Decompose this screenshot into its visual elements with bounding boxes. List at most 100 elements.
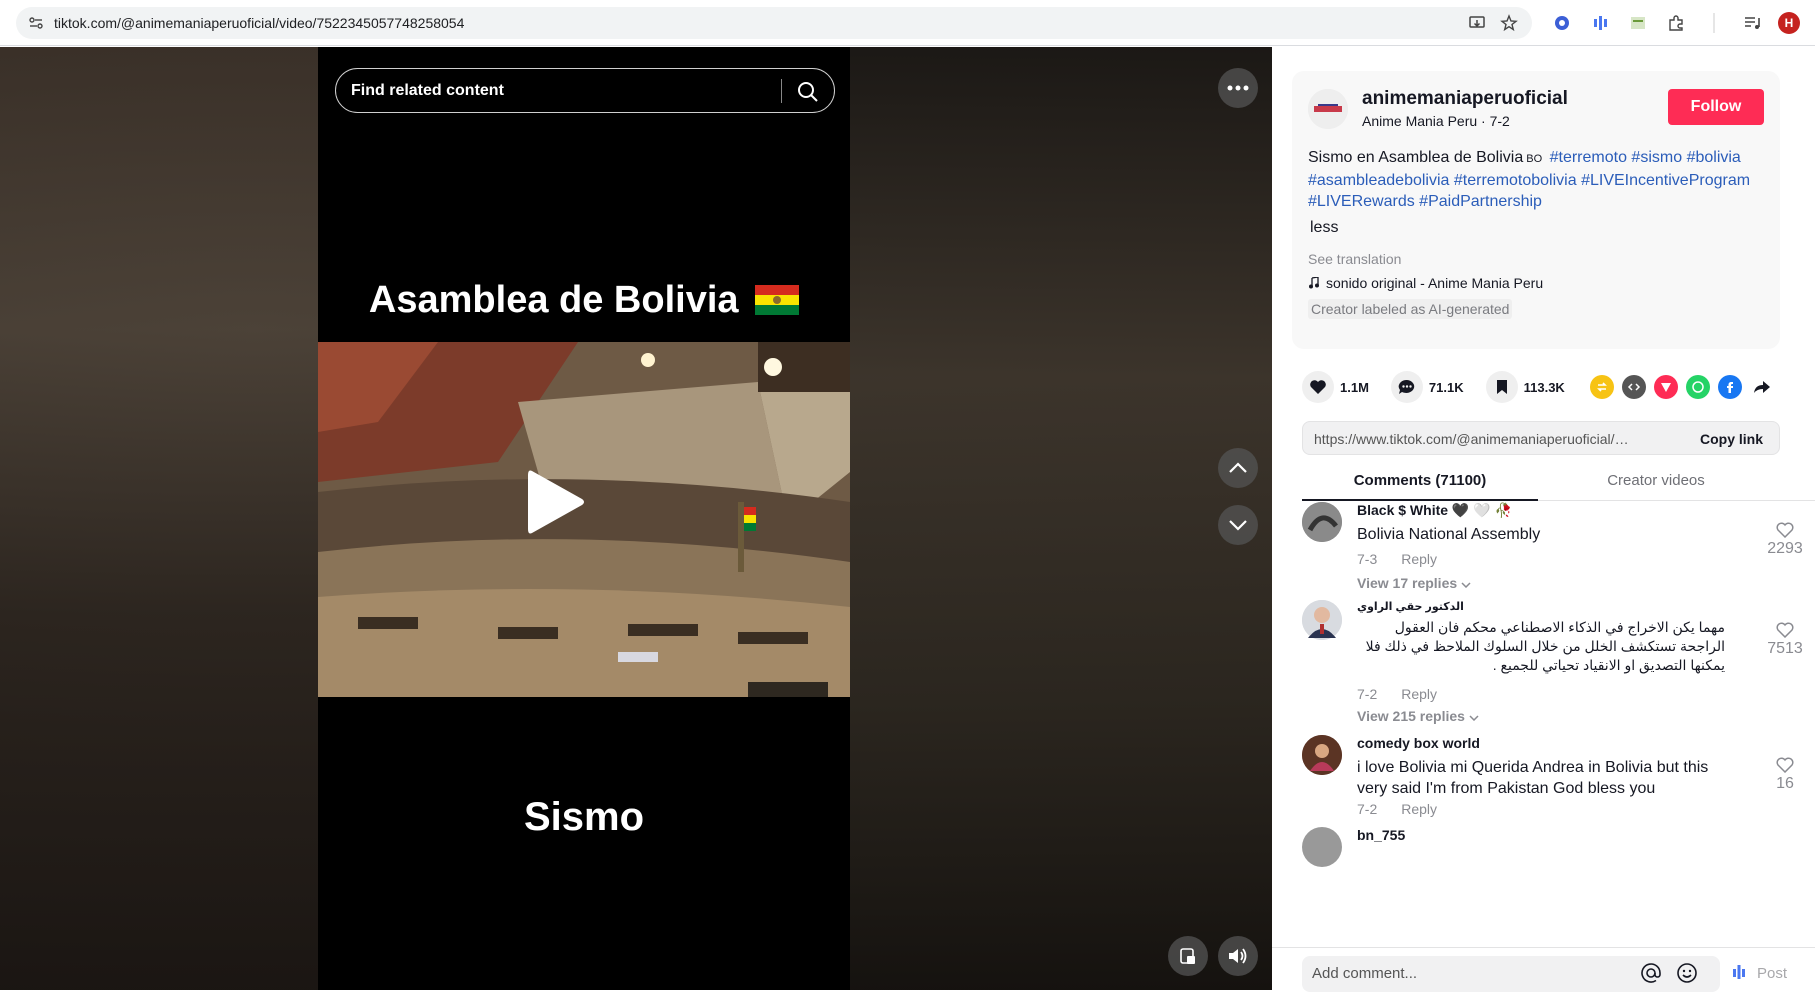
comment-like[interactable]: 2293 [1760,522,1810,558]
comment-icon [1398,379,1415,394]
hashtag[interactable]: #sismo [1631,149,1682,166]
search-icon[interactable] [796,80,820,104]
heart-outline-icon [1776,522,1794,538]
add-comment-input[interactable]: Add comment... [1302,956,1720,992]
whatsapp-icon[interactable] [1686,375,1710,399]
search-placeholder: Find related content [351,82,504,99]
video-still-assembly-hall [318,342,850,697]
commenter-name[interactable]: comedy box world [1357,735,1480,751]
embed-icon[interactable] [1622,375,1646,399]
video-caption-top: Asamblea de Bolivia [318,279,850,322]
extension-nvdc-icon[interactable] [1626,11,1650,35]
background-blur-left [0,47,318,990]
repost-icon[interactable] [1590,375,1614,399]
heart-outline-icon [1776,757,1794,773]
reply-button[interactable]: Reply [1401,686,1437,702]
video-player-area[interactable]: Asamblea de Bolivia Sismo Find related c… [0,47,1272,990]
comment-text: i love Bolivia mi Querida Andrea in Boli… [1357,759,1709,797]
see-translation-link[interactable]: See translation [1308,251,1401,267]
comment-item: Black $ White 🖤 🤍 🥀 Bolivia National Ass… [1302,502,1803,592]
previous-video-button[interactable] [1218,448,1258,488]
commenter-avatar[interactable] [1302,600,1342,640]
comment-like[interactable]: 16 [1760,757,1810,793]
facebook-icon[interactable] [1718,375,1742,399]
tab-creator-videos[interactable]: Creator videos [1538,472,1774,489]
follow-button[interactable]: Follow [1668,89,1764,125]
divider [1702,11,1726,35]
post-comment-button[interactable]: Post [1757,965,1787,982]
commenter-avatar[interactable] [1302,827,1342,867]
bookmark-star-icon[interactable] [1500,14,1518,32]
comment-like[interactable]: 7513 [1760,622,1810,658]
hashtag[interactable]: #terremoto [1550,149,1627,166]
find-related-search[interactable]: Find related content [335,68,835,113]
engagement-actions: 1.1M 71.1K 113.3K [1302,371,1587,403]
creator-subtitle: Anime Mania Peru · 7-2 [1362,113,1510,129]
comment-meta: 7-2 Reply [1357,801,1438,817]
site-info-icon[interactable] [28,15,44,31]
voice-assistant-icon[interactable] [1727,960,1751,984]
view-replies-button[interactable]: View 215 replies [1357,708,1479,724]
extensions-puzzle-icon[interactable] [1664,11,1688,35]
send-to-friends-icon[interactable] [1654,375,1678,399]
mention-icon[interactable] [1640,962,1662,984]
address-bar[interactable]: tiktok.com/@animemaniaperuoficial/video/… [16,7,1532,39]
profile-avatar[interactable]: H [1778,12,1800,34]
volume-icon [1229,948,1247,964]
emoji-icon[interactable] [1676,962,1698,984]
commenter-name[interactable]: الدكتور حقي الراوي [1357,600,1464,613]
divider [781,79,782,103]
creator-avatar[interactable] [1308,89,1348,129]
commenter-name[interactable]: bn_755 [1357,827,1405,843]
save-count: 113.3K [1523,379,1565,395]
browser-toolbar: tiktok.com/@animemaniaperuoficial/video/… [0,0,1815,46]
tab-comments[interactable]: Comments (71100) [1302,472,1538,501]
panel-tabs: Comments (71100) Creator videos [1302,457,1815,501]
add-comment-placeholder: Add comment... [1312,965,1418,982]
comments-list[interactable]: Black $ White 🖤 🤍 🥀 Bolivia National Ass… [1272,502,1815,957]
reply-button[interactable]: Reply [1401,551,1437,567]
chevron-down-icon [1469,715,1479,722]
copy-link-button[interactable]: Copy link [1700,431,1763,447]
save-action[interactable]: 113.3K [1485,371,1565,403]
like-action[interactable]: 1.1M [1302,371,1369,403]
comment-meta: 7-2 Reply [1357,686,1438,702]
share-link-box[interactable]: https://www.tiktok.com/@animemaniaperuof… [1302,421,1780,455]
share-link-url[interactable]: https://www.tiktok.com/@animemaniaperuof… [1314,431,1630,447]
hashtag[interactable]: #LIVEIncentiveProgram [1581,172,1750,189]
play-icon[interactable] [526,467,586,537]
extension-voice-icon[interactable] [1588,11,1612,35]
chevron-down-icon [1461,582,1471,589]
comment-action[interactable]: 71.1K [1390,371,1464,403]
commenter-avatar[interactable] [1302,735,1342,775]
reply-button[interactable]: Reply [1401,801,1437,817]
chevron-up-icon [1229,462,1247,473]
picture-in-picture-icon [1180,948,1195,964]
install-app-icon[interactable] [1468,14,1486,32]
commenter-avatar[interactable] [1302,502,1342,542]
background-blur-right [850,47,1272,990]
music-link[interactable]: sonido original - Anime Mania Peru [1308,275,1543,291]
pip-button[interactable] [1168,936,1208,976]
comment-count: 71.1K [1428,379,1464,395]
volume-button[interactable] [1218,936,1258,976]
share-arrow-icon[interactable] [1750,375,1774,399]
hashtag[interactable]: #bolivia [1687,149,1741,166]
commenter-name[interactable]: Black $ White 🖤 🤍 🥀 [1357,502,1512,519]
media-control-icon[interactable] [1740,11,1764,35]
share-icons [1590,375,1774,399]
extension-globe-icon[interactable] [1550,11,1574,35]
url-text[interactable]: tiktok.com/@animemaniaperuoficial/video/… [54,15,464,31]
next-video-button[interactable] [1218,505,1258,545]
creator-username[interactable]: animemaniaperuoficial [1362,88,1568,110]
hashtag[interactable]: #PaidPartnership [1419,193,1542,210]
more-options-button[interactable] [1218,68,1258,108]
video-frame[interactable]: Asamblea de Bolivia Sismo [318,47,850,990]
less-toggle[interactable]: less [1310,219,1338,237]
flag-code: BO [1526,153,1543,165]
hashtag[interactable]: #terremotobolivia [1454,172,1577,189]
comment-item: comedy box world i love Bolivia mi Queri… [1302,735,1794,825]
view-replies-button[interactable]: View 17 replies [1357,575,1471,591]
hashtag[interactable]: #asambleadebolivia [1308,172,1449,189]
hashtag[interactable]: #LIVERewards [1308,193,1415,210]
